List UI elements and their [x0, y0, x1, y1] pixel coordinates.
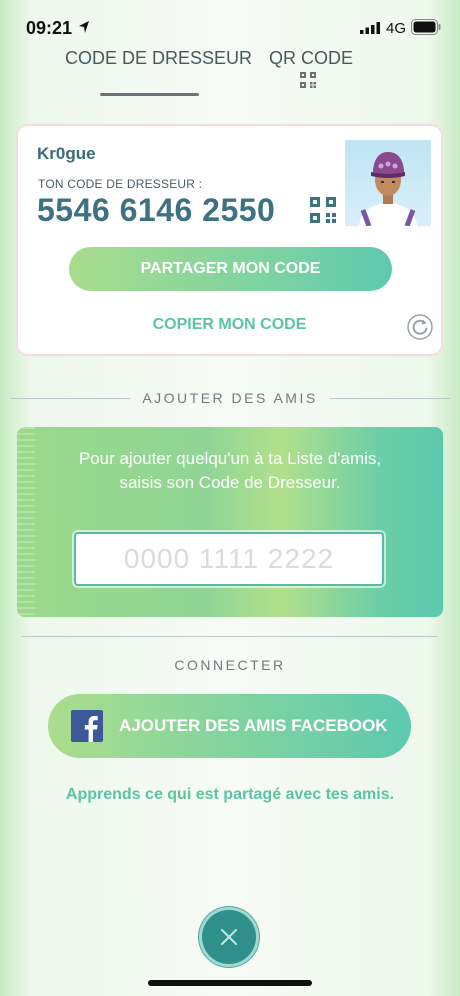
signal-icon [360, 22, 380, 34]
location-arrow-icon [79, 21, 89, 33]
panel-decoration [17, 427, 35, 617]
close-button[interactable] [202, 910, 256, 964]
facebook-button-label: AJOUTER DES AMIS FACEBOOK [119, 716, 388, 735]
trainer-avatar [345, 140, 431, 226]
home-indicator[interactable] [148, 980, 312, 986]
tab-trainer-code[interactable]: CODE DE DRESSEUR [65, 48, 252, 69]
facebook-icon [71, 710, 103, 742]
active-tab-indicator [100, 93, 199, 96]
status-time: 09:21 [26, 18, 73, 38]
qr-code-icon[interactable] [310, 197, 336, 223]
add-facebook-friends-button[interactable]: AJOUTER DES AMIS FACEBOOK [48, 694, 411, 758]
connect-divider [22, 636, 438, 637]
add-friend-instructions: Pour ajouter quelqu'un à ta Liste d'amis… [78, 449, 382, 492]
tab-qr-code[interactable]: QR CODE [269, 48, 353, 69]
copy-code-button[interactable]: COPIER MON CODE [18, 316, 441, 334]
trainer-name: Kr0gue [37, 144, 96, 163]
connect-title: CONNECTER [174, 657, 286, 673]
add-friend-panel: Pour ajouter quelqu'un à ta Liste d'amis… [17, 427, 443, 617]
battery-icon [411, 19, 441, 35]
trainer-avatar-illustration [359, 152, 417, 226]
refresh-icon[interactable] [407, 314, 433, 340]
close-icon [221, 929, 237, 945]
qr-code-icon[interactable] [300, 72, 316, 88]
share-code-button[interactable]: PARTAGER MON CODE [69, 247, 392, 291]
network-type: 4G [386, 20, 407, 37]
trainer-code-card: Kr0gue TON CODE DE DRESSEUR : 5546 6146 … [16, 124, 443, 356]
trainer-code-label: TON CODE DE DRESSEUR : [38, 177, 203, 191]
add-friends-title: AJOUTER DES AMIS [142, 390, 318, 406]
trainer-code-value: 5546 6146 2550 [37, 192, 276, 228]
friend-code-input[interactable] [74, 532, 384, 586]
learn-shared-info-link[interactable]: Apprends ce qui est partagé avec tes ami… [0, 786, 460, 804]
